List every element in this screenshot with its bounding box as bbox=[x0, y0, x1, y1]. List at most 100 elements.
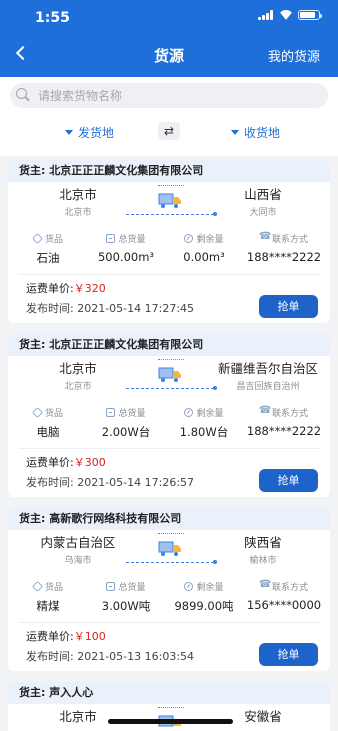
signal-icon bbox=[258, 10, 274, 20]
publish-time: 发布时间: 2021-05-14 17:27:45 bbox=[26, 302, 195, 315]
route: 北京市 北京市 新疆维吾尔自治区 昌吉回族自治州 bbox=[8, 358, 330, 402]
dots-decoration bbox=[158, 359, 184, 364]
divider bbox=[18, 622, 320, 623]
cargo-card[interactable]: 货主: 高新歌行网络科技有限公司 内蒙古自治区 乌海市 陕西省 榆林市 货品 精… bbox=[8, 508, 330, 671]
my-source-link[interactable]: 我的货源 bbox=[268, 46, 320, 65]
grab-order-button[interactable]: 抢单 bbox=[259, 295, 318, 318]
scale-icon bbox=[106, 408, 116, 417]
origin-filter[interactable]: 发货地 bbox=[65, 124, 114, 141]
destination-province: 山西省 bbox=[244, 187, 282, 202]
divider bbox=[18, 448, 320, 449]
grab-order-button[interactable]: 抢单 bbox=[259, 643, 318, 666]
stats-row: 货品 精煤 总货量 3.00W吨 剩余量 9899.00吨 联系方式 156**… bbox=[8, 579, 330, 618]
search-icon bbox=[16, 88, 27, 99]
caret-down-icon bbox=[231, 130, 239, 135]
remaining-value: 0.00m³ bbox=[183, 250, 225, 264]
stat-total: 总货量 2.00W台 bbox=[86, 406, 166, 440]
origin-city: 北京市 bbox=[64, 382, 92, 392]
stat-remaining: 剩余量 0.00m³ bbox=[164, 232, 244, 264]
destination: 新疆维吾尔自治区 昌吉回族自治州 bbox=[208, 358, 328, 392]
cargo-card[interactable]: 货主: 北京正正正麟文化集团有限公司 北京市 北京市 山西省 大同市 货品 石油… bbox=[8, 160, 330, 323]
owner-name: 货主: 北京正正正麟文化集团有限公司 bbox=[8, 160, 330, 182]
gauge-icon bbox=[184, 408, 194, 417]
route: 内蒙古自治区 乌海市 陕西省 榆林市 bbox=[8, 532, 330, 576]
dots-decoration bbox=[158, 707, 184, 712]
stat-total: 总货量 3.00W吨 bbox=[86, 580, 166, 614]
stats-row: 货品 石油 总货量 500.00m³ 剩余量 0.00m³ 联系方式 188**… bbox=[8, 231, 330, 270]
price-value: 300 bbox=[84, 456, 106, 469]
owner-name: 货主: 北京正正正麟文化集团有限公司 bbox=[8, 334, 330, 356]
phone-icon bbox=[259, 405, 271, 417]
origin-city: 乌海市 bbox=[64, 556, 92, 566]
origin-province: 北京市 bbox=[59, 709, 97, 724]
publish-time: 发布时间: 2021-05-13 16:03:54 bbox=[26, 650, 195, 663]
swap-icon[interactable]: ⇄ bbox=[158, 122, 180, 140]
cargo-card[interactable]: 货主: 北京正正正麟文化集团有限公司 北京市 北京市 新疆维吾尔自治区 昌吉回族… bbox=[8, 334, 330, 497]
route-line bbox=[126, 212, 217, 216]
stat-goods: 货品 精煤 bbox=[8, 580, 88, 614]
destination-city: 昌吉回族自治州 bbox=[236, 382, 300, 392]
cube-icon bbox=[32, 407, 43, 418]
price: 运费单价:￥300 bbox=[26, 456, 106, 469]
dots-decoration bbox=[158, 185, 184, 190]
gauge-icon bbox=[184, 582, 194, 591]
goods-value: 精煤 bbox=[36, 599, 60, 613]
origin-filter-label: 发货地 bbox=[78, 126, 115, 140]
destination-province: 陕西省 bbox=[244, 535, 282, 550]
grab-order-button[interactable]: 抢单 bbox=[259, 469, 318, 492]
stat-remaining: 剩余量 9899.00吨 bbox=[164, 580, 244, 614]
phone-icon bbox=[259, 579, 271, 591]
owner-name: 货主: 声入人心 bbox=[8, 682, 330, 704]
publish-time: 发布时间: 2021-05-14 17:26:57 bbox=[26, 476, 195, 489]
origin: 北京市 北京市 bbox=[38, 358, 118, 392]
contact-value[interactable]: 188****2222 bbox=[244, 424, 324, 438]
destination: 山西省 大同市 bbox=[213, 184, 313, 218]
price: 运费单价:￥320 bbox=[26, 282, 106, 295]
status-time: 1:55 bbox=[35, 10, 70, 26]
stat-goods: 货品 电脑 bbox=[8, 406, 88, 440]
divider bbox=[18, 274, 320, 275]
stat-contact: 联系方式 188****2222 bbox=[244, 231, 324, 264]
price: 运费单价:￥100 bbox=[26, 630, 106, 643]
home-indicator bbox=[108, 719, 233, 724]
scale-icon bbox=[106, 582, 116, 591]
total-value: 2.00W台 bbox=[101, 425, 151, 439]
cube-icon bbox=[32, 581, 43, 592]
destination-filter[interactable]: 收货地 bbox=[231, 124, 280, 141]
truck-icon bbox=[158, 193, 181, 208]
total-value: 3.00W吨 bbox=[101, 599, 151, 613]
origin: 北京市 bbox=[38, 706, 118, 725]
search-box[interactable] bbox=[10, 83, 328, 108]
origin: 北京市 北京市 bbox=[38, 184, 118, 218]
origin-province: 北京市 bbox=[59, 361, 97, 376]
origin-city: 北京市 bbox=[64, 208, 92, 218]
price-value: 100 bbox=[84, 630, 106, 643]
destination: 陕西省 榆林市 bbox=[213, 532, 313, 566]
price-value: 320 bbox=[84, 282, 106, 295]
gauge-icon bbox=[184, 234, 194, 243]
destination-city: 大同市 bbox=[249, 208, 277, 218]
destination-city: 榆林市 bbox=[249, 556, 277, 566]
destination-province: 新疆维吾尔自治区 bbox=[217, 361, 318, 376]
stats-row: 货品 电脑 总货量 2.00W台 剩余量 1.80W台 联系方式 188****… bbox=[8, 405, 330, 444]
stat-goods: 货品 石油 bbox=[8, 232, 88, 266]
search-area: 发货地 ⇄ 收货地 bbox=[0, 77, 338, 156]
battery-icon bbox=[298, 10, 322, 20]
app-header: 1:55 货源 我的货源 bbox=[0, 0, 338, 77]
route: 北京市 北京市 山西省 大同市 bbox=[8, 184, 330, 228]
goods-value: 电脑 bbox=[36, 425, 60, 439]
route-line bbox=[126, 560, 217, 564]
contact-value[interactable]: 188****2222 bbox=[244, 250, 324, 264]
cube-icon bbox=[32, 233, 43, 244]
dots-decoration bbox=[158, 533, 184, 538]
remaining-value: 9899.00吨 bbox=[174, 599, 234, 613]
contact-value[interactable]: 156****0000 bbox=[244, 598, 324, 612]
wifi-icon bbox=[279, 10, 293, 20]
search-input[interactable] bbox=[38, 86, 318, 105]
stat-total: 总货量 500.00m³ bbox=[86, 232, 166, 264]
origin: 内蒙古自治区 乌海市 bbox=[28, 532, 128, 566]
origin-province: 内蒙古自治区 bbox=[40, 535, 116, 550]
total-value: 500.00m³ bbox=[97, 250, 155, 264]
truck-icon bbox=[158, 541, 181, 556]
status-icons bbox=[258, 10, 322, 20]
